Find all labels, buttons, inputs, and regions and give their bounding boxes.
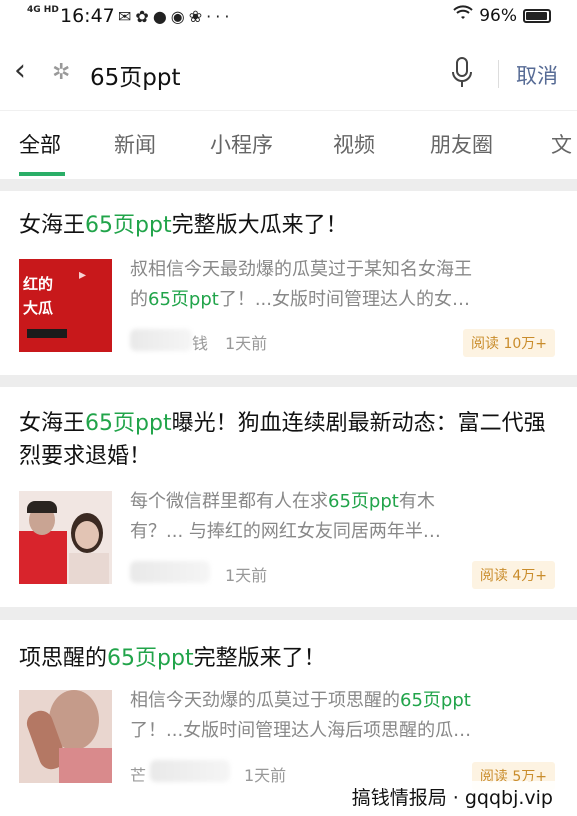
- tab-moments[interactable]: 朋友圈: [430, 129, 493, 159]
- watermark: 搞钱情报局 · gqqbj.vip: [347, 781, 557, 812]
- status-right: 96%: [453, 5, 551, 26]
- tab-news[interactable]: 新闻: [114, 129, 156, 159]
- more-dots-icon: ···: [206, 7, 234, 26]
- result-title[interactable]: 女海王65页ppt完整版大瓜来了！: [19, 209, 559, 242]
- tab-all[interactable]: 全部: [19, 129, 61, 159]
- result-source: 钱: [192, 334, 209, 353]
- result-title[interactable]: 女海王65页ppt曝光！狗血连续剧最新动态：富二代强烈要求退婚！: [19, 407, 549, 473]
- tab-articles[interactable]: 文: [551, 129, 572, 159]
- filter-tabs: 全部 新闻 小程序 视频 朋友圈 文: [0, 110, 577, 179]
- result-time: 1天前: [225, 566, 268, 585]
- result-card-1[interactable]: 女海王65页ppt完整版大瓜来了！ 红的 大瓜 ▸ 叔相信今天最劲爆的瓜莫过于某…: [0, 191, 577, 375]
- status-bar: 4G HD 16:47 ✉✿●◉❀··· 96%: [0, 0, 577, 34]
- back-chevron-icon[interactable]: ‹: [14, 56, 26, 86]
- message-icon: ✉: [118, 7, 136, 26]
- result-card-2[interactable]: 女海王65页ppt曝光！狗血连续剧最新动态：富二代强烈要求退婚！ 每个微信群里都…: [0, 387, 577, 607]
- result-time: 1天前: [225, 334, 268, 353]
- blurred-source: [130, 329, 192, 351]
- result-source: 芒: [130, 766, 147, 785]
- result-thumbnail: [19, 690, 112, 783]
- result-thumbnail: 红的 大瓜 ▸: [19, 259, 112, 352]
- result-snippet-line: 有？... 与捧红的网红女友同居两年半…: [130, 521, 441, 542]
- chat-bubble-icon: ●: [152, 7, 171, 26]
- result-title[interactable]: 项思醒的65页ppt完整版来了！: [19, 642, 559, 675]
- result-snippet-line: 的65页ppt了！...女版时间管理达人的女…: [130, 289, 470, 310]
- wechat-icon: ❀: [188, 7, 207, 26]
- result-snippet-line: 叔相信今天最劲爆的瓜莫过于某知名女海王: [130, 259, 472, 280]
- tab-videos[interactable]: 视频: [333, 129, 375, 159]
- divider: [498, 60, 499, 88]
- result-time: 1天前: [244, 766, 287, 785]
- result-thumbnail: [19, 491, 112, 584]
- result-snippet-line: 相信今天劲爆的瓜莫过于项思醒的65页ppt: [130, 690, 471, 711]
- read-count-badge: 阅读 4万+: [471, 561, 555, 589]
- cancel-button[interactable]: 取消: [516, 60, 558, 90]
- pinwheel-icon: ✿: [135, 7, 153, 26]
- result-snippet-line: 每个微信群里都有人在求65页ppt有木: [130, 491, 435, 512]
- active-tab-indicator: [19, 172, 65, 176]
- tab-mini-programs[interactable]: 小程序: [210, 129, 273, 159]
- network-indicator: 4G HD: [27, 5, 59, 15]
- read-count-badge: 阅读 10万+: [463, 329, 555, 357]
- compass-icon: ◉: [170, 7, 189, 26]
- blurred-source: [150, 760, 230, 782]
- wifi-icon: [453, 5, 473, 26]
- result-snippet-line: 了！...女版时间管理达人海后项思醒的瓜…: [130, 720, 472, 741]
- battery-icon: [523, 8, 551, 23]
- sparkle-icon: ✲: [52, 60, 71, 85]
- status-time: 16:47: [60, 5, 115, 27]
- microphone-icon[interactable]: [449, 56, 475, 90]
- blurred-source: [130, 561, 210, 583]
- battery-percent: 96%: [479, 5, 517, 26]
- search-bar: ‹ ✲ 65页ppt 取消: [0, 34, 577, 110]
- notification-icons: ✉✿●◉❀···: [118, 7, 233, 26]
- search-input[interactable]: 65页ppt: [90, 58, 180, 92]
